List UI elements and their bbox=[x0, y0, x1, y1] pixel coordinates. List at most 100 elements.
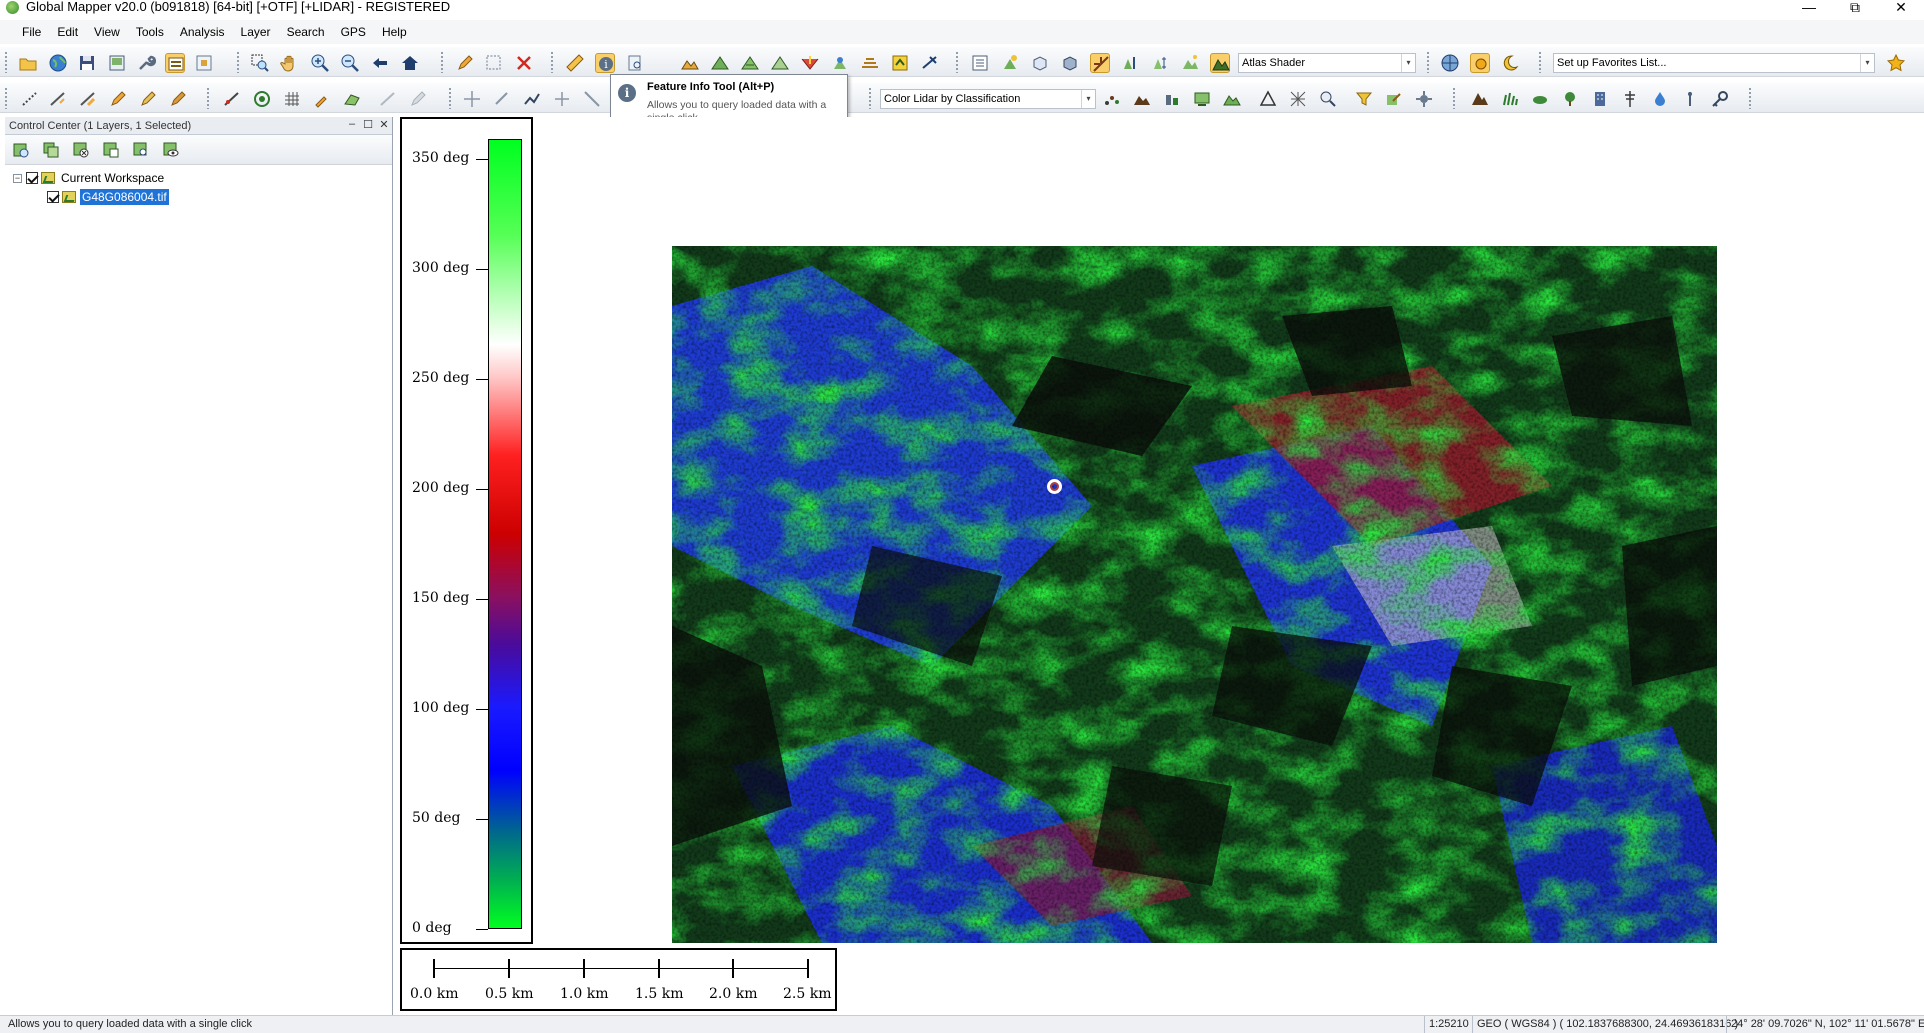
overview-map-icon[interactable] bbox=[194, 53, 214, 73]
menu-edit[interactable]: Edit bbox=[49, 20, 86, 44]
elevation-scale-icon[interactable] bbox=[1150, 53, 1170, 73]
layer-search-icon[interactable] bbox=[131, 140, 151, 160]
toolbar-grip[interactable] bbox=[448, 87, 452, 109]
draw-pen-icon[interactable] bbox=[108, 89, 128, 109]
toolbar-grip[interactable] bbox=[206, 87, 210, 109]
disabled-line-icon[interactable] bbox=[378, 89, 398, 109]
lidar-grid-icon[interactable] bbox=[1288, 89, 1308, 109]
shader-select[interactable]: Atlas Shader ▾ bbox=[1238, 53, 1416, 73]
zoom-box-icon[interactable] bbox=[250, 53, 270, 73]
daylight-sun-icon[interactable] bbox=[1470, 53, 1490, 73]
toolbar-grip[interactable] bbox=[1452, 87, 1456, 109]
workspace-label[interactable]: Current Workspace bbox=[59, 170, 166, 186]
lidar-terrain-icon[interactable] bbox=[1132, 89, 1152, 109]
pole-feature-icon[interactable] bbox=[1680, 89, 1700, 109]
line-of-sight-icon[interactable] bbox=[920, 53, 940, 73]
bush-feature-icon[interactable] bbox=[1530, 89, 1550, 109]
toolbar-grip[interactable] bbox=[955, 51, 959, 73]
lighting-icon[interactable] bbox=[1180, 53, 1200, 73]
layer-list-icon[interactable] bbox=[970, 53, 990, 73]
toolbar-grip[interactable] bbox=[1426, 51, 1430, 73]
create-path-icon[interactable] bbox=[48, 89, 68, 109]
restore-button[interactable]: ⧉ bbox=[1832, 0, 1878, 16]
pin-panel-button[interactable]: – bbox=[345, 118, 359, 132]
vertex-path-icon[interactable] bbox=[522, 89, 542, 109]
key-feature-icon[interactable] bbox=[1710, 89, 1730, 109]
toolbar-grip[interactable] bbox=[440, 51, 444, 73]
layer-visibility-icon[interactable] bbox=[161, 140, 181, 160]
layer-copy-icon[interactable] bbox=[41, 140, 61, 160]
wrench-icon[interactable] bbox=[136, 53, 157, 73]
measure-line-icon[interactable] bbox=[222, 89, 242, 109]
web-globe-icon[interactable] bbox=[1440, 53, 1460, 73]
map-layout-icon[interactable] bbox=[107, 53, 127, 73]
pan-hand-icon[interactable] bbox=[280, 53, 300, 73]
contour-icon[interactable] bbox=[710, 53, 730, 73]
cut-fill-icon[interactable] bbox=[830, 53, 850, 73]
menu-tools[interactable]: Tools bbox=[128, 20, 172, 44]
menu-layer[interactable]: Layer bbox=[233, 20, 279, 44]
toolbar-grip[interactable] bbox=[236, 51, 240, 73]
lidar-points-icon[interactable] bbox=[1102, 89, 1122, 109]
toolbar-grip[interactable] bbox=[868, 87, 872, 109]
terrain-3d-icon[interactable] bbox=[680, 53, 700, 73]
tree-feature-icon[interactable] bbox=[1560, 89, 1580, 109]
close-button[interactable]: ✕ bbox=[1878, 0, 1924, 16]
mountain-feature-icon[interactable] bbox=[1470, 89, 1490, 109]
edit-line-icon[interactable] bbox=[78, 89, 98, 109]
map-view[interactable]: 350 deg 300 deg 250 deg 200 deg 150 deg … bbox=[397, 117, 1924, 1015]
area-tool-icon[interactable] bbox=[342, 89, 362, 109]
close-panel-button[interactable]: ✕ bbox=[377, 118, 391, 132]
layer-options-icon[interactable] bbox=[11, 140, 31, 160]
lidar-color-select[interactable]: Color Lidar by Classification ▾ bbox=[880, 89, 1096, 109]
split-icon[interactable] bbox=[582, 89, 602, 109]
night-moon-icon[interactable] bbox=[1500, 53, 1520, 73]
save-icon[interactable] bbox=[77, 53, 97, 73]
toolbar-grip[interactable] bbox=[1538, 51, 1542, 73]
rotate-icon[interactable] bbox=[492, 89, 512, 109]
shader-mountain-icon[interactable] bbox=[1210, 53, 1230, 73]
3d-view-icon[interactable] bbox=[1030, 53, 1050, 73]
globe-icon[interactable] bbox=[48, 53, 68, 73]
float-panel-button[interactable]: ☐ bbox=[361, 118, 375, 132]
sun-shade-icon[interactable] bbox=[1000, 53, 1020, 73]
menu-help[interactable]: Help bbox=[374, 20, 415, 44]
toolbar-grip[interactable] bbox=[1748, 87, 1752, 109]
brush-icon[interactable] bbox=[138, 89, 158, 109]
snap-icon[interactable] bbox=[552, 89, 572, 109]
elevation-legend-icon[interactable] bbox=[1120, 53, 1140, 73]
collapse-toggle[interactable]: − bbox=[13, 173, 22, 183]
layer-metadata-icon[interactable] bbox=[101, 140, 121, 160]
feature-info-icon[interactable]: i bbox=[595, 53, 615, 73]
layer-label[interactable]: G48G086004.tif bbox=[80, 189, 169, 205]
back-arrow-icon[interactable] bbox=[370, 53, 390, 73]
zoom-in-icon[interactable] bbox=[310, 53, 330, 73]
building-feature-icon[interactable] bbox=[1590, 89, 1610, 109]
open-folder-icon[interactable] bbox=[18, 53, 38, 73]
path-profile-icon[interactable] bbox=[625, 53, 645, 73]
menu-gps[interactable]: GPS bbox=[333, 20, 374, 44]
tree-row-workspace[interactable]: − Current Workspace bbox=[13, 169, 166, 187]
layer-close-icon[interactable] bbox=[71, 140, 91, 160]
minimize-button[interactable]: — bbox=[1786, 0, 1832, 16]
toolbar-grip[interactable] bbox=[4, 87, 8, 109]
filter-icon[interactable] bbox=[1354, 89, 1374, 109]
toolbar-grip[interactable] bbox=[550, 51, 554, 73]
layer-checkbox[interactable] bbox=[47, 191, 59, 203]
combine-terrain-icon[interactable] bbox=[860, 53, 880, 73]
menu-search[interactable]: Search bbox=[279, 20, 333, 44]
menu-file[interactable]: File bbox=[14, 20, 49, 44]
lidar-edit-icon[interactable] bbox=[1384, 89, 1404, 109]
disabled-edit-icon[interactable] bbox=[408, 89, 428, 109]
grass-feature-icon[interactable] bbox=[1500, 89, 1520, 109]
control-center-icon[interactable] bbox=[165, 53, 185, 73]
terrain-slice-icon[interactable] bbox=[770, 53, 790, 73]
menu-analysis[interactable]: Analysis bbox=[172, 20, 233, 44]
delete-feature-icon[interactable] bbox=[514, 53, 534, 73]
lidar-settings-icon[interactable] bbox=[1414, 89, 1434, 109]
lidar-search-icon[interactable] bbox=[1318, 89, 1338, 109]
home-icon[interactable] bbox=[400, 53, 420, 73]
create-line-icon[interactable] bbox=[20, 89, 40, 109]
select-box-icon[interactable] bbox=[484, 53, 504, 73]
target-icon[interactable] bbox=[252, 89, 272, 109]
